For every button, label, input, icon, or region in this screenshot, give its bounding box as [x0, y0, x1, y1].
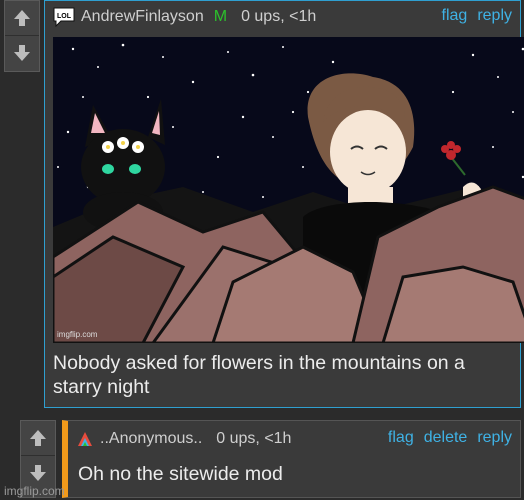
username: ..Anonymous.. — [100, 430, 203, 447]
comment-actions: flag delete reply — [388, 429, 512, 447]
anonymous-avatar-icon — [78, 432, 92, 446]
vote-box — [4, 0, 40, 72]
comment-stats: 0 ups, <1h — [241, 8, 317, 25]
upvote-button[interactable] — [5, 1, 39, 35]
downvote-button[interactable] — [5, 35, 39, 70]
comment: LOL AndrewFinlayson M 0 ups, <1h flag re… — [44, 0, 524, 408]
mod-badge: M — [213, 8, 228, 25]
comment-text: Oh no the sitewide mod — [78, 463, 283, 485]
flag-link[interactable]: flag — [388, 429, 414, 447]
reply-comment: ..Anonymous.. 0 ups, <1h flag delete rep… — [62, 420, 521, 498]
meme-image[interactable]: imgflip.com — [53, 37, 524, 343]
site-watermark: imgflip.com — [4, 484, 65, 498]
comment-actions: flag reply — [442, 7, 512, 25]
svg-text:imgflip.com: imgflip.com — [57, 330, 98, 339]
user-avatar[interactable]: LOL — [53, 7, 75, 27]
comment-stats: 0 ups, <1h — [216, 430, 292, 447]
svg-text:LOL: LOL — [57, 13, 72, 20]
comment-meta: ..Anonymous.. 0 ups, <1h — [76, 429, 291, 449]
delete-link[interactable]: delete — [424, 429, 468, 447]
upvote-button[interactable] — [21, 421, 55, 455]
arrow-down-icon — [30, 465, 46, 481]
reply-link[interactable]: reply — [477, 7, 512, 25]
username-link[interactable]: AndrewFinlayson — [81, 8, 204, 26]
comment-meta: LOL AndrewFinlayson M 0 ups, <1h — [53, 7, 316, 27]
reply-link[interactable]: reply — [477, 429, 512, 447]
arrow-down-icon — [14, 45, 30, 61]
comment-text: Nobody asked for flowers in the mountain… — [53, 352, 465, 398]
arrow-up-icon — [30, 430, 46, 446]
arrow-up-icon — [14, 10, 30, 26]
flag-link[interactable]: flag — [442, 7, 468, 25]
